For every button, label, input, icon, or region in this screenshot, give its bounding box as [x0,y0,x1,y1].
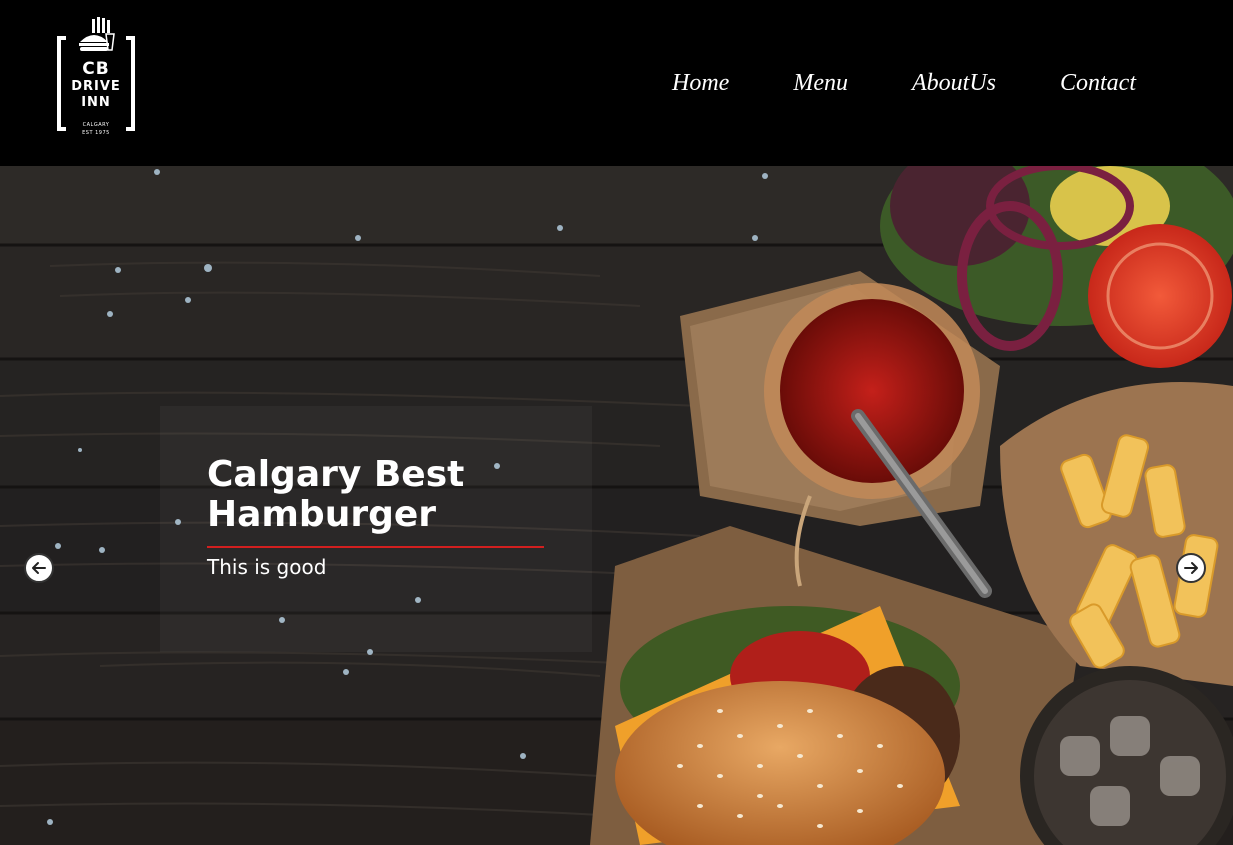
arrow-right-icon [1184,562,1198,574]
logo-text-cb: CB [82,59,110,79]
logo[interactable]: CB DRIVE INN CALGARY EST 1975 [56,16,136,136]
nav-menu[interactable]: Menu [793,66,848,100]
carousel-prev-button[interactable] [24,553,54,583]
arrow-left-icon [32,562,46,574]
nav-about-us[interactable]: AboutUs [912,66,996,100]
carousel-next-button[interactable] [1176,553,1206,583]
logo-text-inn: INN [81,95,111,110]
logo-text-drive: DRIVE [71,79,121,94]
title-underline [207,546,544,548]
logo-text-city: CALGARY [82,122,110,128]
logo-text-est: EST 1975 [82,130,110,136]
hero-subtitle: This is good [207,555,327,579]
hero-carousel [0,166,1233,845]
nav-home[interactable]: Home [672,66,729,100]
hero-title: Calgary Best Hamburger [207,454,465,535]
site-header: CB DRIVE INN CALGARY EST 1975 Home Menu … [0,0,1233,166]
nav-contact[interactable]: Contact [1060,66,1136,100]
main-nav: Home Menu AboutUs Contact [608,66,1136,100]
